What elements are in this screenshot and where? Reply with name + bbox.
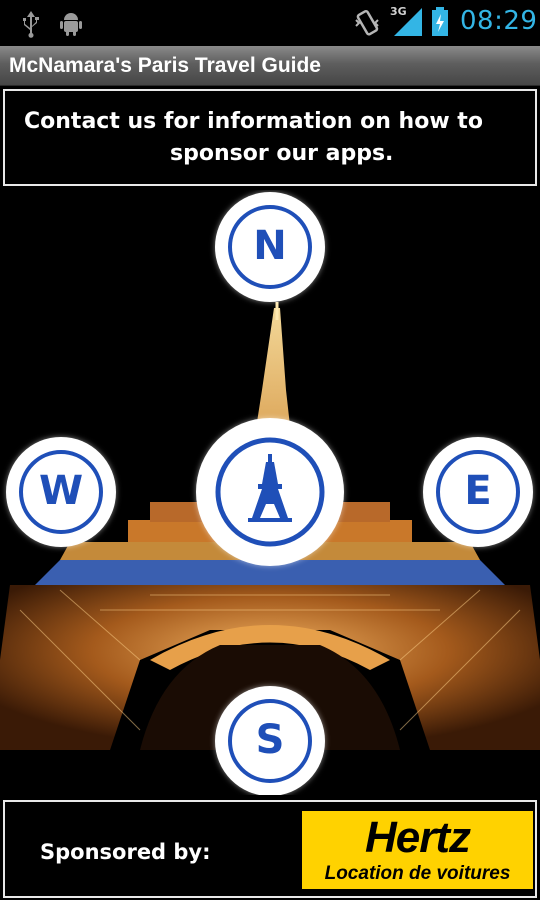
west-letter: W [38, 468, 84, 514]
app-title: McNamara's Paris Travel Guide [9, 54, 321, 77]
hertz-tagline: Location de voitures [324, 863, 511, 884]
east-letter: E [464, 468, 492, 514]
hertz-logo-text: Hertz [364, 813, 471, 862]
eiffel-tower-icon [215, 437, 325, 547]
usb-icon [23, 11, 39, 38]
contact-text-line1: Contact us for information on how to [24, 109, 483, 134]
south-button[interactable]: S [215, 686, 325, 795]
signal-icon [394, 8, 422, 36]
south-letter: S [255, 717, 285, 763]
hertz-ad[interactable]: Hertz Location de voitures [302, 811, 533, 889]
compass-menu: N W E S [0, 190, 540, 795]
status-bar: 3G 08:29 [0, 0, 540, 46]
clock: 08:29 [460, 6, 538, 36]
vibrate-icon [355, 9, 379, 36]
sponsor-banner: Sponsored by: Hertz Location de voitures [3, 800, 537, 898]
north-letter: N [253, 223, 287, 269]
contact-banner[interactable]: Contact us for information on how to spo… [3, 89, 537, 186]
battery-charging-icon [432, 7, 448, 36]
android-debug-icon [60, 13, 82, 36]
contact-text-line2: sponsor our apps. [170, 141, 394, 166]
west-button[interactable]: W [6, 437, 116, 547]
app-title-bar: McNamara's Paris Travel Guide [0, 46, 540, 86]
north-button[interactable]: N [215, 192, 325, 302]
east-button[interactable]: E [423, 437, 533, 547]
center-tower-button[interactable] [196, 418, 344, 566]
sponsor-label: Sponsored by: [40, 840, 211, 864]
